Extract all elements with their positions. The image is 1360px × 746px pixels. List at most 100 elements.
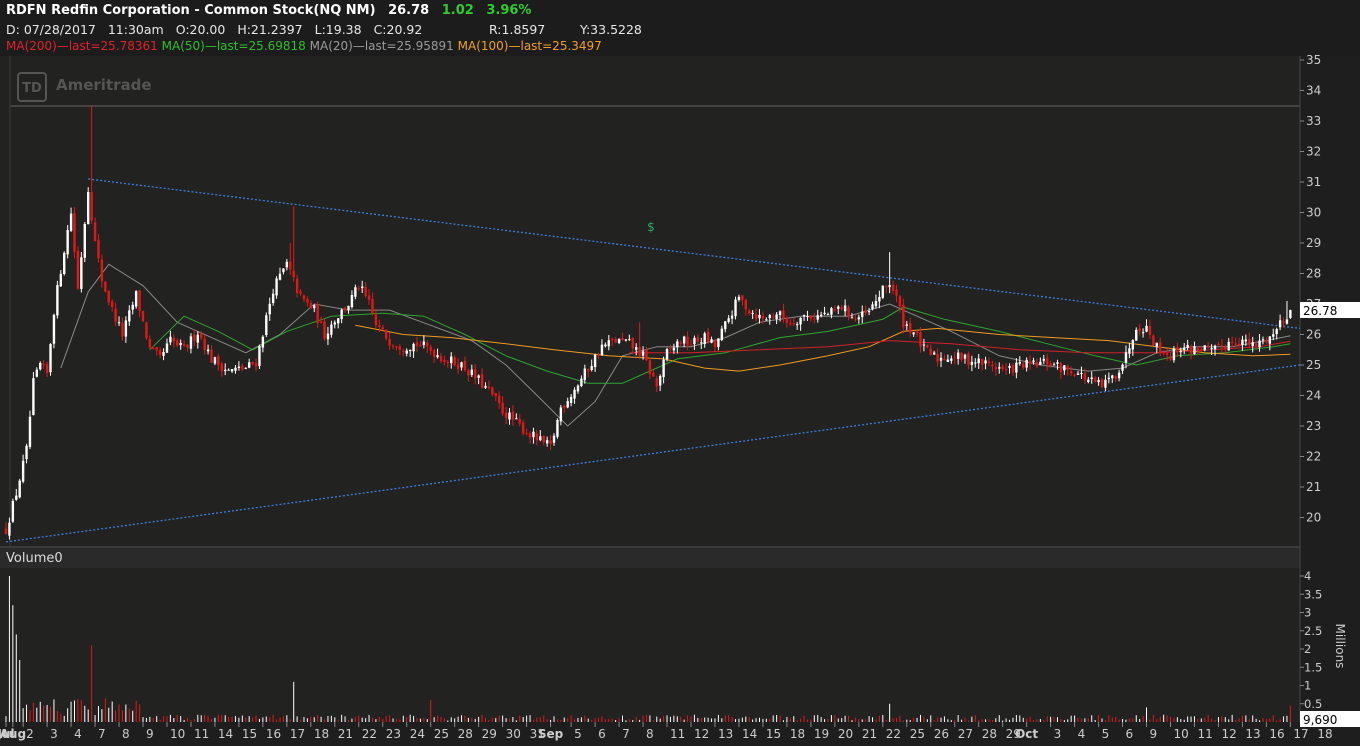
candle-body [727,318,730,322]
candle-body [809,315,813,320]
candle-body [83,223,86,258]
candle-body [148,338,152,348]
candle-body [960,352,963,360]
dividend-marker[interactable]: $ [647,220,655,234]
candle-body [275,278,278,296]
candle-body [1022,363,1025,368]
time-tick-label: 6 [1126,727,1134,741]
candle-body [80,257,83,289]
candle-body [1224,347,1227,349]
candle-body [268,303,271,315]
candle-body [343,308,347,311]
candle-body [826,314,830,316]
price-tick-label: 30 [1306,206,1321,220]
candle-body [158,350,162,355]
candle-body [230,368,234,372]
candle-body [857,317,861,320]
candle-body [953,357,956,359]
time-tick-label: 12 [694,727,709,741]
time-tick-label: 16 [266,727,281,741]
time-tick-label: 30 [506,727,521,741]
candle-body [583,368,587,380]
price-chart[interactable]: TD Ameritrade $ 202122232425262728293031… [0,0,1360,746]
candle-body [929,348,932,355]
candle-body [1176,347,1179,353]
candle-body [66,230,69,255]
candle-body [395,346,398,348]
candle-body [1080,372,1083,375]
candle-body [32,378,35,416]
candle-body [28,416,32,447]
candle-body [1145,325,1148,332]
candle-body [196,334,199,343]
candle-body [361,286,364,289]
candle-body [443,359,446,363]
price-tick-label: 22 [1306,450,1321,464]
candle-body [39,362,42,370]
watermark-text: Ameritrade [56,76,152,94]
candle-body [1083,373,1087,381]
candle-body [515,418,518,420]
price-tick-label: 21 [1306,480,1321,494]
candle-body [87,191,90,225]
candle-body [398,346,402,350]
time-tick-label: 7 [98,727,106,741]
volume-pane[interactable] [0,568,1300,722]
candle-body [408,349,412,351]
candle-body [254,363,258,367]
candle-body [141,310,145,322]
candle-body [682,336,686,344]
candle-body [487,386,491,389]
price-tick-label: 25 [1306,358,1321,372]
candle-body [1063,365,1066,371]
candle-body [1097,380,1100,383]
time-tick-label: 25 [910,727,925,741]
candle-body [1244,339,1248,342]
candle-body [730,315,734,319]
candle-body [1183,347,1186,350]
candle-body [1248,339,1251,346]
candle-body [837,306,840,309]
candle-body [635,347,638,350]
candle-body [165,343,169,353]
candle-body [1059,362,1063,373]
candle-body [641,351,645,356]
candle-body [984,360,987,364]
candle-body [1128,348,1131,354]
candle-body [974,362,977,364]
candle-body [419,345,422,347]
time-tick-label: 26 [934,727,949,741]
candle-body [1004,368,1008,370]
candle-body [319,321,323,323]
time-tick-label: 15 [242,727,257,741]
candle-body [830,308,833,315]
candle-body [617,338,621,344]
time-tick-label: 11 [1197,727,1212,741]
candle-body [638,347,641,357]
candle-body [463,360,467,371]
candle-body [847,307,850,318]
time-tick-label: 28 [458,727,473,741]
price-tick-label: 26 [1306,328,1321,342]
candle-body [251,361,254,365]
candle-body [210,349,213,363]
candle-body [93,222,97,242]
candle-body [987,361,991,363]
candle-body [648,360,652,374]
time-tick-label: 22 [886,727,901,741]
candle-body [895,289,898,296]
candle-body [11,500,15,522]
candle-body [162,352,165,356]
price-pane[interactable] [0,56,1300,546]
candle-body [340,309,343,320]
candle-body [662,359,665,378]
price-tick-label: 33 [1306,114,1321,128]
price-tick-label: 23 [1306,419,1321,433]
volume-tick-label: 3.5 [1304,587,1322,601]
candle-body [936,354,939,362]
candle-body [504,412,508,419]
volume-pane-header [0,548,1300,568]
candle-body [374,314,378,326]
candle-body [313,305,316,309]
candle-body [498,395,501,404]
